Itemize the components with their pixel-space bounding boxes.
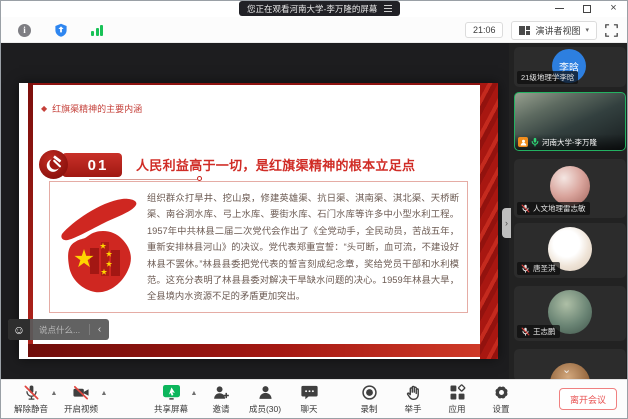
- china-map-graphic: [56, 194, 142, 306]
- security-shield-icon[interactable]: [54, 23, 68, 37]
- apps-button[interactable]: 应用: [435, 381, 479, 417]
- record-button[interactable]: 录制: [347, 381, 391, 417]
- chat-input[interactable]: 说点什么...: [30, 324, 89, 336]
- meeting-toolbar: 解除静音 ▲ 开启视频 ▲ 共享屏幕 ▲ 邀请 成员(30) 聊天: [1, 379, 627, 418]
- mic-options-chevron[interactable]: ▲: [49, 375, 59, 411]
- screen-share-icon: [162, 384, 181, 401]
- members-button[interactable]: 成员(30): [243, 381, 287, 417]
- participant-name: 人文地理雷志敏: [517, 202, 590, 215]
- participant-tile[interactable]: 唐圣淇: [514, 223, 626, 278]
- participant-tile-partial[interactable]: ⌄: [514, 349, 626, 381]
- section-header-text: 红旗渠精神的主要内涵: [52, 102, 142, 115]
- fullscreen-icon[interactable]: [605, 24, 618, 37]
- participant-tile[interactable]: 人文地理雷志敏: [514, 159, 626, 218]
- watching-banner-text: 您正在观看河南大学-李万隆的屏幕: [247, 3, 377, 15]
- meeting-window: 您正在观看河南大学-李万隆的屏幕 × i 21:06 演讲者视图 ▾: [0, 0, 628, 419]
- slide-frame-bottom: [28, 344, 480, 357]
- leave-meeting-button[interactable]: 离开会议: [559, 388, 617, 410]
- sidebar-collapse-handle[interactable]: ›: [502, 208, 511, 238]
- raise-hand-button[interactable]: 举手: [391, 381, 435, 417]
- chat-icon: [301, 384, 318, 401]
- unmute-button[interactable]: 解除静音: [9, 381, 53, 417]
- topbar: i 21:06 演讲者视图 ▾: [1, 17, 627, 43]
- camera-off-icon: [72, 384, 90, 401]
- maximize-button[interactable]: [581, 3, 592, 14]
- view-mode-button[interactable]: 演讲者视图 ▾: [511, 21, 597, 40]
- chevron-down-icon: ▾: [585, 26, 589, 34]
- invite-button[interactable]: 邀请: [199, 381, 243, 417]
- mic-off-icon: [23, 384, 40, 401]
- status-icons: i: [18, 17, 103, 43]
- topbar-right: 21:06 演讲者视图 ▾: [465, 17, 618, 43]
- video-options-chevron[interactable]: ▲: [99, 375, 109, 411]
- slide-frame-left: [28, 83, 33, 357]
- close-button[interactable]: ×: [608, 3, 619, 14]
- participant-name: 河南大学-李万隆: [515, 134, 625, 150]
- slide-body-text: 组织群众打旱井、挖山泉，修建英雄渠、抗日渠、淇南渠、淇北渠、天桥断渠、南谷洞水库…: [147, 190, 459, 305]
- minimize-button[interactable]: [554, 3, 565, 14]
- slide-content-box: 组织群众打旱井、挖山泉，修建英雄渠、抗日渠、淇南渠、淇北渠、天桥断渠、南谷洞水库…: [49, 181, 468, 313]
- settings-gear-icon: [493, 384, 510, 401]
- participant-name: 王志鹏: [517, 325, 560, 338]
- participant-tile[interactable]: 李晗 21级地理学李晗: [514, 47, 626, 87]
- start-video-button[interactable]: 开启视频: [59, 381, 103, 417]
- presenter-badge-icon: [518, 137, 528, 147]
- mic-muted-icon: [521, 327, 530, 336]
- chat-collapse-button[interactable]: ‹: [90, 324, 109, 335]
- chat-quick-bar: ☺ 说点什么... ‹: [8, 319, 109, 340]
- share-screen-button[interactable]: 共享屏幕: [149, 381, 193, 417]
- banner-menu-icon[interactable]: [384, 5, 392, 12]
- meeting-info-icon[interactable]: i: [18, 24, 31, 37]
- participant-tile-active-speaker[interactable]: 河南大学-李万隆: [514, 92, 626, 151]
- mic-on-icon: [531, 137, 539, 147]
- chat-button[interactable]: 聊天: [287, 381, 331, 417]
- point-number-badge: 01: [62, 153, 122, 177]
- meeting-timer: 21:06: [465, 22, 504, 38]
- titlebar: 您正在观看河南大学-李万隆的屏幕 ×: [1, 1, 627, 17]
- participants-sidebar: 李晗 21级地理学李晗 河南大学-李万隆 人文地理雷志敏: [509, 43, 628, 381]
- diamond-bullet-icon: ◆: [41, 104, 47, 113]
- speaker-view-icon: [519, 26, 530, 35]
- network-signal-icon[interactable]: [91, 24, 103, 36]
- slide-point-title: 人民利益高于一切，是红旗渠精神的根本立足点: [136, 155, 415, 174]
- watching-banner: 您正在观看河南大学-李万隆的屏幕: [239, 1, 400, 16]
- invite-icon: [213, 384, 230, 401]
- members-icon: [257, 384, 274, 401]
- view-mode-label: 演讲者视图: [535, 24, 580, 37]
- slide-frame-top: [28, 83, 480, 85]
- record-icon: [361, 384, 378, 401]
- apps-icon: [449, 384, 466, 401]
- slide-red-band: [480, 83, 498, 359]
- participant-tile[interactable]: 王志鹏: [514, 286, 626, 341]
- mic-muted-icon: [521, 204, 530, 213]
- party-emblem-icon: [39, 150, 68, 179]
- raise-hand-icon: [405, 384, 422, 401]
- avatar: [550, 166, 590, 206]
- shared-screen-area: ◆ 红旗渠精神的主要内涵 01 人民利益高于一切，是红旗渠精神的根本立足点: [1, 43, 509, 381]
- slide-section-header: ◆ 红旗渠精神的主要内涵: [41, 102, 142, 115]
- participant-name: 唐圣淇: [517, 262, 560, 275]
- emoji-icon[interactable]: ☺: [8, 319, 30, 340]
- share-options-chevron[interactable]: ▲: [189, 375, 199, 411]
- chevron-down-icon: ⌄: [562, 365, 571, 376]
- window-controls: ×: [554, 2, 619, 15]
- mic-muted-icon: [521, 264, 530, 273]
- title-underline: [89, 179, 197, 180]
- participant-name: 21级地理学李晗: [517, 71, 578, 84]
- presentation-slide: ◆ 红旗渠精神的主要内涵 01 人民利益高于一切，是红旗渠精神的根本立足点: [19, 83, 498, 359]
- settings-button[interactable]: 设置: [479, 381, 523, 417]
